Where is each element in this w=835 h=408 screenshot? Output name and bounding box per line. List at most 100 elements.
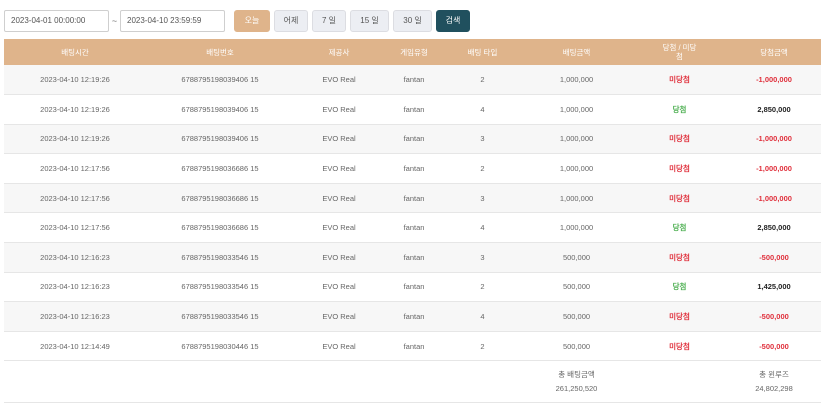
cell-provider: EVO Real: [322, 312, 356, 322]
cell-game-type: fantan: [403, 223, 425, 233]
cell-provider: EVO Real: [322, 341, 356, 351]
header-bet-type: 배팅 타입: [467, 47, 498, 57]
table-row: 2023-04-10 12:19:26 6788795198039406 15 EV…: [4, 124, 821, 154]
cell-provider: EVO Real: [322, 75, 356, 85]
30-days-button[interactable]: 30 일: [393, 9, 432, 32]
cell-win-amount: 2,850,000: [757, 223, 791, 233]
table-header-row: 배팅시간 배팅번호 제공사 게임유형 배팅 타입 배팅금액 당첨 / 미당첨 당…: [4, 39, 821, 65]
yesterday-button[interactable]: 어제: [274, 9, 308, 32]
total-bet-value: 261,250,520: [555, 383, 598, 393]
cell-game-type: fantan: [403, 193, 425, 203]
cell-provider: EVO Real: [322, 193, 356, 203]
cell-bet-time: 2023-04-10 12:19:26: [40, 104, 110, 114]
cell-bet-amount: 1,000,000: [559, 104, 594, 114]
cell-bet-type: 2: [480, 164, 485, 174]
cell-game-type: fantan: [403, 282, 425, 292]
total-bet-label: 총 배팅금액: [558, 369, 595, 379]
table-row: 2023-04-10 12:16:23 6788795198033546 15 EV…: [4, 272, 821, 302]
cell-result: 미당첨: [669, 193, 690, 203]
total-bet-cell: 총 배팅금액 261,250,520: [521, 361, 632, 403]
cell-result: 미당첨: [669, 164, 690, 174]
cell-bet-amount: 500,000: [562, 252, 591, 262]
cell-bet-number: 6788795198039406 15: [181, 104, 259, 114]
cell-game-type: fantan: [403, 341, 425, 351]
date-range-separator: ~: [111, 15, 118, 26]
cell-bet-type: 2: [480, 341, 485, 351]
cell-bet-time: 2023-04-10 12:17:56: [40, 164, 110, 174]
cell-game-type: fantan: [403, 75, 425, 85]
start-date-input[interactable]: [4, 9, 109, 32]
cell-bet-type: 2: [480, 75, 485, 85]
cell-win-amount: -500,000: [759, 341, 789, 351]
bet-history-table-container: 배팅시간 배팅번호 제공사 게임유형 배팅 타입 배팅금액 당첨 / 미당첨 당…: [4, 39, 821, 403]
cell-result: 미당첨: [669, 75, 690, 85]
cell-result: 미당첨: [669, 252, 690, 262]
cell-bet-number: 6788795198033546 15: [181, 312, 259, 322]
table-row: 2023-04-10 12:16:23 6788795198033546 15 EV…: [4, 301, 821, 332]
cell-bet-number: 6788795198036686 15: [181, 223, 259, 233]
cell-bet-time: 2023-04-10 12:16:23: [40, 312, 110, 322]
cell-bet-number: 6788795198039406 15: [181, 134, 259, 144]
cell-bet-time: 2023-04-10 12:17:56: [40, 193, 110, 203]
cell-result: 미당첨: [669, 312, 690, 322]
cell-win-amount: -500,000: [759, 312, 789, 322]
cell-bet-amount: 500,000: [562, 282, 591, 292]
cell-bet-number: 6788795198030446 15: [181, 341, 259, 351]
cell-bet-number: 6788795198033546 15: [181, 282, 259, 292]
cell-bet-amount: 500,000: [562, 341, 591, 351]
cell-bet-amount: 1,000,000: [559, 223, 594, 233]
cell-bet-amount: 500,000: [562, 312, 591, 322]
cell-provider: EVO Real: [322, 252, 356, 262]
header-result: 당첨 / 미당첨: [662, 43, 697, 61]
cell-win-amount: -1,000,000: [756, 134, 792, 144]
cell-bet-type: 3: [480, 193, 485, 203]
cell-game-type: fantan: [403, 104, 425, 114]
end-date-input[interactable]: [120, 9, 225, 32]
filter-toolbar: ~ 오늘 어제 7 일 15 일 30 일 검색: [4, 9, 474, 32]
table-row: 2023-04-10 12:17:56 6788795198036686 15 EV…: [4, 183, 821, 213]
cell-game-type: fantan: [403, 134, 425, 144]
7-days-button[interactable]: 7 일: [312, 9, 346, 32]
total-winloss-value: 24,802,298: [755, 383, 793, 393]
search-button[interactable]: 검색: [436, 9, 470, 32]
table-row: 2023-04-10 12:17:56 6788795198036686 15 EV…: [4, 153, 821, 184]
cell-bet-type: 4: [480, 104, 485, 114]
header-bet-time: 배팅시간: [61, 47, 89, 57]
today-button[interactable]: 오늘: [234, 9, 270, 32]
summary-row: 총 배팅금액 261,250,520 총 윈루즈 24,802,298: [4, 361, 821, 403]
cell-result: 당첨: [672, 282, 687, 292]
cell-bet-type: 4: [480, 312, 485, 322]
cell-game-type: fantan: [403, 164, 425, 174]
header-game-type: 게임유형: [400, 47, 428, 57]
cell-bet-amount: 1,000,000: [559, 193, 594, 203]
cell-game-type: fantan: [403, 312, 425, 322]
header-bet-number: 배팅번호: [206, 47, 234, 57]
cell-win-amount: -1,000,000: [756, 193, 792, 203]
header-bet-amount: 배팅금액: [562, 47, 591, 57]
cell-bet-amount: 1,000,000: [559, 164, 594, 174]
cell-bet-type: 3: [480, 252, 485, 262]
cell-provider: EVO Real: [322, 223, 356, 233]
cell-bet-time: 2023-04-10 12:16:23: [40, 282, 110, 292]
table-row: 2023-04-10 12:16:23 6788795198033546 15 EV…: [4, 242, 821, 273]
cell-bet-time: 2023-04-10 12:19:26: [40, 134, 110, 144]
cell-win-amount: -1,000,000: [756, 75, 792, 85]
total-winloss-cell: 총 윈루즈 24,802,298: [727, 361, 821, 403]
cell-game-type: fantan: [403, 252, 425, 262]
cell-provider: EVO Real: [322, 134, 356, 144]
15-days-button[interactable]: 15 일: [350, 9, 389, 32]
cell-bet-type: 4: [480, 223, 485, 233]
cell-win-amount: 2,850,000: [757, 104, 791, 114]
cell-bet-number: 6788795198039406 15: [181, 75, 259, 85]
table-row: 2023-04-10 12:14:49 6788795198030446 15 EV…: [4, 331, 821, 361]
header-win-amount: 당첨금액: [760, 47, 788, 57]
cell-bet-time: 2023-04-10 12:16:23: [40, 252, 110, 262]
cell-provider: EVO Real: [322, 104, 356, 114]
cell-result: 미당첨: [669, 341, 690, 351]
cell-bet-time: 2023-04-10 12:19:26: [40, 75, 110, 85]
cell-bet-type: 3: [480, 134, 485, 144]
cell-bet-time: 2023-04-10 12:17:56: [40, 223, 110, 233]
cell-win-amount: -1,000,000: [756, 164, 792, 174]
cell-result: 미당첨: [669, 134, 690, 144]
cell-bet-number: 6788795198036686 15: [181, 193, 259, 203]
